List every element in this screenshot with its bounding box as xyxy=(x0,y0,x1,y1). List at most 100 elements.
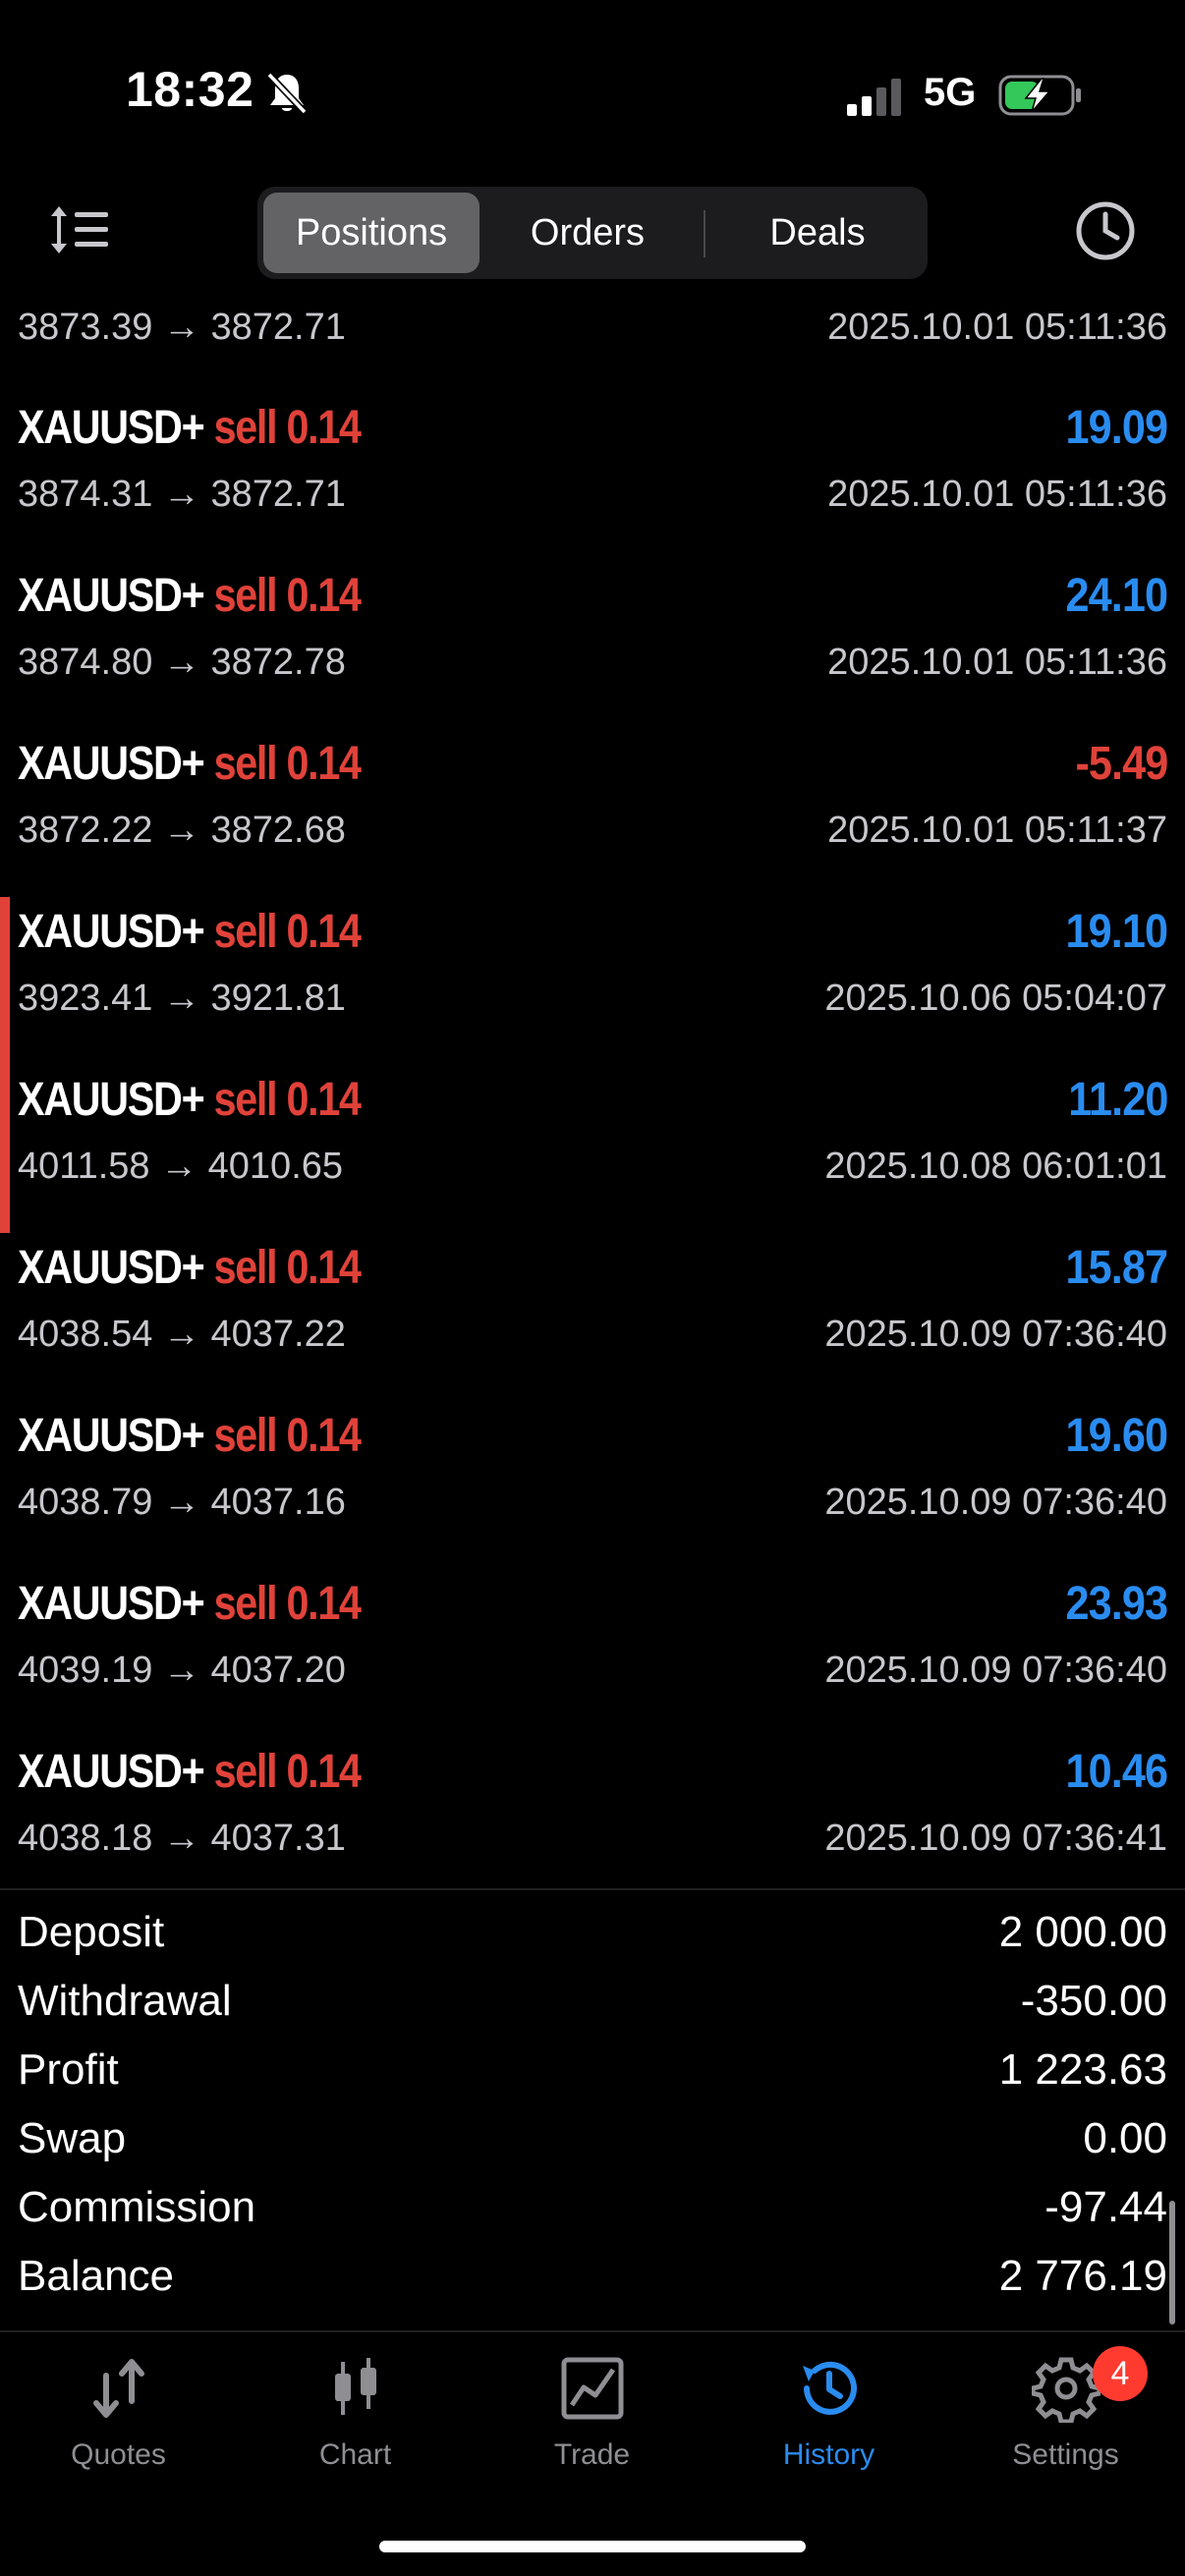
network-type: 5G xyxy=(924,71,977,114)
position-prices: 3923.41 → 3921.81 xyxy=(18,978,346,1019)
tab-chart[interactable]: Chart xyxy=(237,2332,474,2490)
position-volume: 0.14 xyxy=(286,402,361,454)
list-item[interactable]: XAUUSD+ sell 0.14 10.46 4038.18 → 4037.3… xyxy=(0,1737,1185,1905)
position-side: sell xyxy=(213,402,278,454)
position-side: sell xyxy=(213,1410,278,1462)
tab-orders[interactable]: Orders xyxy=(489,193,686,273)
position-profit: 19.09 xyxy=(1065,402,1168,454)
summary-label: Commission xyxy=(18,2183,256,2231)
summary-value: -350.00 xyxy=(1020,1977,1167,2025)
tab-label: Settings xyxy=(1012,2438,1119,2471)
summary-label: Profit xyxy=(18,2045,119,2094)
list-item[interactable]: XAUUSD+ sell 0.14 11.20 4011.58 → 4010.6… xyxy=(0,1065,1185,1233)
position-volume: 0.14 xyxy=(286,1410,361,1462)
position-symbol: XAUUSD+ xyxy=(18,570,205,622)
position-time: 2025.10.01 05:11:36 xyxy=(827,307,1167,348)
position-volume: 0.14 xyxy=(286,1746,361,1798)
position-profit: 19.60 xyxy=(1065,1410,1168,1462)
position-time: 2025.10.06 05:04:07 xyxy=(824,978,1167,1019)
position-time: 2025.10.09 07:36:40 xyxy=(824,1482,1167,1523)
position-title: XAUUSD+ sell 0.14 xyxy=(18,905,362,959)
position-profit: 23.93 xyxy=(1065,1578,1168,1630)
position-prices: 4038.79 → 4037.16 xyxy=(18,1482,346,1523)
sort-icon[interactable] xyxy=(49,202,110,257)
position-prices: 3872.22 → 3872.68 xyxy=(18,810,346,851)
list-item[interactable]: XAUUSD+ sell 0.14 19.09 3874.31 → 3872.7… xyxy=(0,393,1185,561)
summary-row-balance: Balance 2 776.19 xyxy=(0,2244,1185,2313)
tab-positions[interactable]: Positions xyxy=(263,193,480,273)
position-title: XAUUSD+ sell 0.14 xyxy=(18,737,362,791)
tab-settings[interactable]: 4 Settings xyxy=(947,2332,1184,2490)
position-side: sell xyxy=(213,570,278,622)
summary-value: -97.44 xyxy=(1044,2183,1167,2231)
period-clock-icon[interactable] xyxy=(1075,200,1136,261)
position-symbol: XAUUSD+ xyxy=(18,906,205,958)
position-prices: 3873.39 → 3872.71 xyxy=(18,307,346,348)
position-side: sell xyxy=(213,906,278,958)
position-profit: 15.87 xyxy=(1065,1242,1168,1294)
tab-label: Quotes xyxy=(71,2438,166,2471)
summary-value: 2 776.19 xyxy=(998,2252,1167,2300)
position-title: XAUUSD+ sell 0.14 xyxy=(18,569,362,623)
position-volume: 0.14 xyxy=(286,738,361,790)
position-side: sell xyxy=(213,1746,278,1798)
position-profit: 11.20 xyxy=(1067,1074,1168,1126)
list-item[interactable]: XAUUSD+ sell 0.14 19.10 3923.41 → 3921.8… xyxy=(0,897,1185,1065)
candlestick-icon xyxy=(335,2358,376,2415)
position-time: 2025.10.09 07:36:40 xyxy=(824,1314,1167,1355)
tab-label: Chart xyxy=(318,2438,392,2471)
tab-quotes[interactable]: Quotes xyxy=(0,2332,237,2490)
tab-deals[interactable]: Deals xyxy=(713,193,922,273)
position-time: 2025.10.09 07:36:41 xyxy=(824,1818,1167,1859)
position-symbol: XAUUSD+ xyxy=(18,1746,205,1798)
summary-label: Balance xyxy=(18,2252,175,2300)
tab-history[interactable]: History xyxy=(710,2332,947,2490)
list-item-partial[interactable]: 3873.39 → 3872.71 2025.10.01 05:11:36 xyxy=(0,299,1185,358)
position-symbol: XAUUSD+ xyxy=(18,1074,205,1126)
tab-label: Trade xyxy=(553,2438,631,2471)
position-prices: 4038.54 → 4037.22 xyxy=(18,1314,346,1355)
summary-row-deposit: Deposit 2 000.00 xyxy=(0,1900,1185,1969)
position-symbol: XAUUSD+ xyxy=(18,402,205,454)
position-profit: 24.10 xyxy=(1065,570,1168,622)
list-item[interactable]: XAUUSD+ sell 0.14 23.93 4039.19 → 4037.2… xyxy=(0,1569,1185,1737)
tab-bar: Quotes Chart Trade History 4 Settings xyxy=(0,2332,1185,2490)
summary-row-commission: Commission -97.44 xyxy=(0,2175,1185,2244)
summary-value: 2 000.00 xyxy=(998,1908,1167,1956)
position-volume: 0.14 xyxy=(286,1074,361,1126)
position-title: XAUUSD+ sell 0.14 xyxy=(18,1577,362,1631)
position-profit: 10.46 xyxy=(1065,1746,1168,1798)
position-volume: 0.14 xyxy=(286,1242,361,1294)
scrollbar[interactable] xyxy=(1169,2201,1175,2324)
summary-label: Withdrawal xyxy=(18,1977,232,2025)
list-item[interactable]: XAUUSD+ sell 0.14 24.10 3874.80 → 3872.7… xyxy=(0,561,1185,729)
cellular-signal-icon xyxy=(847,79,901,116)
position-time: 2025.10.01 05:11:36 xyxy=(827,642,1167,683)
summary-row-swap: Swap 0.00 xyxy=(0,2106,1185,2175)
list-item[interactable]: XAUUSD+ sell 0.14 15.87 4038.54 → 4037.2… xyxy=(0,1233,1185,1401)
position-time: 2025.10.09 07:36:40 xyxy=(824,1650,1167,1691)
position-prices: 4039.19 → 4037.20 xyxy=(18,1650,346,1691)
segment-divider xyxy=(704,210,705,257)
tab-trade[interactable]: Trade xyxy=(474,2332,710,2490)
summary-label: Deposit xyxy=(18,1908,165,1956)
position-volume: 0.14 xyxy=(286,1578,361,1630)
position-symbol: XAUUSD+ xyxy=(18,1410,205,1462)
position-side: sell xyxy=(213,738,278,790)
selection-marker xyxy=(0,897,10,1065)
summary-row-withdrawal: Withdrawal -350.00 xyxy=(0,1969,1185,2038)
position-title: XAUUSD+ sell 0.14 xyxy=(18,1745,362,1799)
position-volume: 0.14 xyxy=(286,906,361,958)
notification-badge: 4 xyxy=(1093,2346,1148,2401)
battery-charging-icon xyxy=(998,75,1081,116)
position-profit: 19.10 xyxy=(1065,906,1168,958)
position-time: 2025.10.01 05:11:36 xyxy=(827,474,1167,515)
home-indicator[interactable] xyxy=(379,2541,806,2552)
list-item[interactable]: XAUUSD+ sell 0.14 19.60 4038.79 → 4037.1… xyxy=(0,1401,1185,1569)
position-title: XAUUSD+ sell 0.14 xyxy=(18,1241,362,1295)
position-profit: -5.49 xyxy=(1075,738,1168,790)
history-icon xyxy=(803,2361,857,2415)
list-item[interactable]: XAUUSD+ sell 0.14 -5.49 3872.22 → 3872.6… xyxy=(0,729,1185,897)
position-prices: 3874.80 → 3872.78 xyxy=(18,642,346,683)
position-title: XAUUSD+ sell 0.14 xyxy=(18,1409,362,1463)
